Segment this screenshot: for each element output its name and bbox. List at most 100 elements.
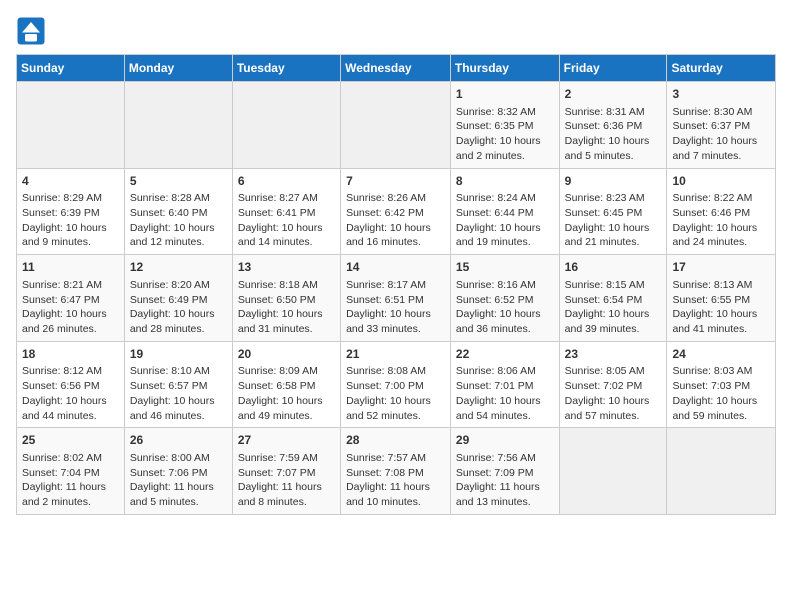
calendar-cell: 7Sunrise: 8:26 AMSunset: 6:42 PMDaylight… [341, 168, 451, 255]
day-info: Sunrise: 8:10 AM [130, 364, 227, 379]
day-info: Sunrise: 8:05 AM [565, 364, 662, 379]
day-info: Sunrise: 8:09 AM [238, 364, 335, 379]
day-info: Sunrise: 8:13 AM [672, 278, 770, 293]
day-info: and 2 minutes. [22, 495, 119, 510]
day-info: Sunset: 7:09 PM [456, 466, 554, 481]
day-number: 14 [346, 259, 445, 276]
day-info: and 8 minutes. [238, 495, 335, 510]
day-info: Daylight: 10 hours [456, 134, 554, 149]
day-number: 4 [22, 173, 119, 190]
day-number: 11 [22, 259, 119, 276]
day-info: Sunrise: 8:28 AM [130, 191, 227, 206]
calendar-cell [341, 82, 451, 169]
calendar-cell: 13 Sunrise: 8:18 AMSunset: 6:50 PMDayligh… [232, 255, 340, 342]
day-info: Sunset: 6:35 PM [456, 119, 554, 134]
day-info: Daylight: 10 hours [22, 307, 119, 322]
day-number: 21 [346, 346, 445, 363]
day-number: 9 [565, 173, 662, 190]
calendar-week-row: 11Sunrise: 8:21 AMSunset: 6:47 PMDayligh… [17, 255, 776, 342]
day-info: Daylight: 10 hours [238, 307, 335, 322]
day-info: and 7 minutes. [672, 149, 770, 164]
calendar-cell: 14Sunrise: 8:17 AMSunset: 6:51 PMDayligh… [341, 255, 451, 342]
day-info: Sunrise: 8:06 AM [456, 364, 554, 379]
calendar-cell: 1Sunrise: 8:32 AMSunset: 6:35 PMDaylight… [450, 82, 559, 169]
calendar-week-row: 4Sunrise: 8:29 AMSunset: 6:39 PMDaylight… [17, 168, 776, 255]
day-info: Sunset: 6:39 PM [22, 206, 119, 221]
day-info: Sunrise: 8:23 AM [565, 191, 662, 206]
day-number: 18 [22, 346, 119, 363]
day-info: Daylight: 10 hours [238, 221, 335, 236]
calendar-cell: 15Sunrise: 8:16 AMSunset: 6:52 PMDayligh… [450, 255, 559, 342]
calendar-week-row: 1Sunrise: 8:32 AMSunset: 6:35 PMDaylight… [17, 82, 776, 169]
day-info: Sunrise: 8:18 AM [238, 278, 335, 293]
day-info: Sunset: 6:58 PM [238, 379, 335, 394]
day-info: and 46 minutes. [130, 409, 227, 424]
day-info: Sunrise: 8:27 AM [238, 191, 335, 206]
day-info: Daylight: 10 hours [456, 221, 554, 236]
day-info: Sunset: 6:45 PM [565, 206, 662, 221]
day-info: Daylight: 10 hours [565, 307, 662, 322]
day-info: Daylight: 11 hours [238, 480, 335, 495]
day-number: 12 [130, 259, 227, 276]
day-info: Daylight: 10 hours [456, 394, 554, 409]
day-info: Sunrise: 8:08 AM [346, 364, 445, 379]
calendar-cell [559, 428, 667, 515]
calendar-cell: 23Sunrise: 8:05 AMSunset: 7:02 PMDayligh… [559, 341, 667, 428]
day-number: 17 [672, 259, 770, 276]
calendar-cell: 20Sunrise: 8:09 AMSunset: 6:58 PMDayligh… [232, 341, 340, 428]
day-info: and 10 minutes. [346, 495, 445, 510]
day-info: Sunset: 6:50 PM [238, 293, 335, 308]
day-info: Sunset: 7:04 PM [22, 466, 119, 481]
day-info: Daylight: 10 hours [672, 307, 770, 322]
calendar-cell: 6Sunrise: 8:27 AMSunset: 6:41 PMDaylight… [232, 168, 340, 255]
calendar-cell: 17 Sunrise: 8:13 AMSunset: 6:55 PMDayligh… [667, 255, 776, 342]
day-info: Sunset: 7:02 PM [565, 379, 662, 394]
header [16, 16, 776, 46]
day-number: 7 [346, 173, 445, 190]
day-number: 6 [238, 173, 335, 190]
calendar-week-row: 18Sunrise: 8:12 AMSunset: 6:56 PMDayligh… [17, 341, 776, 428]
day-info: and 12 minutes. [130, 235, 227, 250]
day-info: and 14 minutes. [238, 235, 335, 250]
calendar-cell: 16Sunrise: 8:15 AMSunset: 6:54 PMDayligh… [559, 255, 667, 342]
day-info: Daylight: 10 hours [130, 394, 227, 409]
column-header-sunday: Sunday [17, 55, 125, 82]
day-info: Daylight: 10 hours [672, 134, 770, 149]
day-info: Sunset: 6:54 PM [565, 293, 662, 308]
day-info: Sunset: 6:55 PM [672, 293, 770, 308]
day-info: Daylight: 10 hours [346, 307, 445, 322]
day-info: Sunrise: 8:20 AM [130, 278, 227, 293]
day-info: Sunrise: 8:26 AM [346, 191, 445, 206]
day-number: 28 [346, 432, 445, 449]
day-info: Daylight: 10 hours [456, 307, 554, 322]
day-info: and 59 minutes. [672, 409, 770, 424]
day-info: Daylight: 10 hours [565, 134, 662, 149]
day-info: and 31 minutes. [238, 322, 335, 337]
day-info: Sunset: 6:40 PM [130, 206, 227, 221]
calendar-cell: 5Sunrise: 8:28 AMSunset: 6:40 PMDaylight… [124, 168, 232, 255]
day-info: Sunset: 6:56 PM [22, 379, 119, 394]
column-header-monday: Monday [124, 55, 232, 82]
day-info: Sunrise: 8:22 AM [672, 191, 770, 206]
calendar-cell: 26Sunrise: 8:00 AMSunset: 7:06 PMDayligh… [124, 428, 232, 515]
day-info: Daylight: 10 hours [565, 221, 662, 236]
day-info: Sunset: 6:37 PM [672, 119, 770, 134]
day-info: Sunrise: 8:03 AM [672, 364, 770, 379]
calendar-cell [124, 82, 232, 169]
day-info: and 33 minutes. [346, 322, 445, 337]
day-info: and 24 minutes. [672, 235, 770, 250]
day-info: Sunrise: 8:16 AM [456, 278, 554, 293]
day-info: Sunset: 7:01 PM [456, 379, 554, 394]
day-info: Sunrise: 8:02 AM [22, 451, 119, 466]
day-info: and 36 minutes. [456, 322, 554, 337]
day-info: Sunset: 6:42 PM [346, 206, 445, 221]
calendar-cell: 12Sunrise: 8:20 AMSunset: 6:49 PMDayligh… [124, 255, 232, 342]
day-number: 23 [565, 346, 662, 363]
calendar-cell: 2Sunrise: 8:31 AMSunset: 6:36 PMDaylight… [559, 82, 667, 169]
calendar-week-row: 25Sunrise: 8:02 AMSunset: 7:04 PMDayligh… [17, 428, 776, 515]
day-info: Sunrise: 8:31 AM [565, 105, 662, 120]
day-info: Sunset: 6:47 PM [22, 293, 119, 308]
day-info: Sunrise: 8:17 AM [346, 278, 445, 293]
day-info: Daylight: 11 hours [22, 480, 119, 495]
day-number: 13 [238, 259, 335, 276]
